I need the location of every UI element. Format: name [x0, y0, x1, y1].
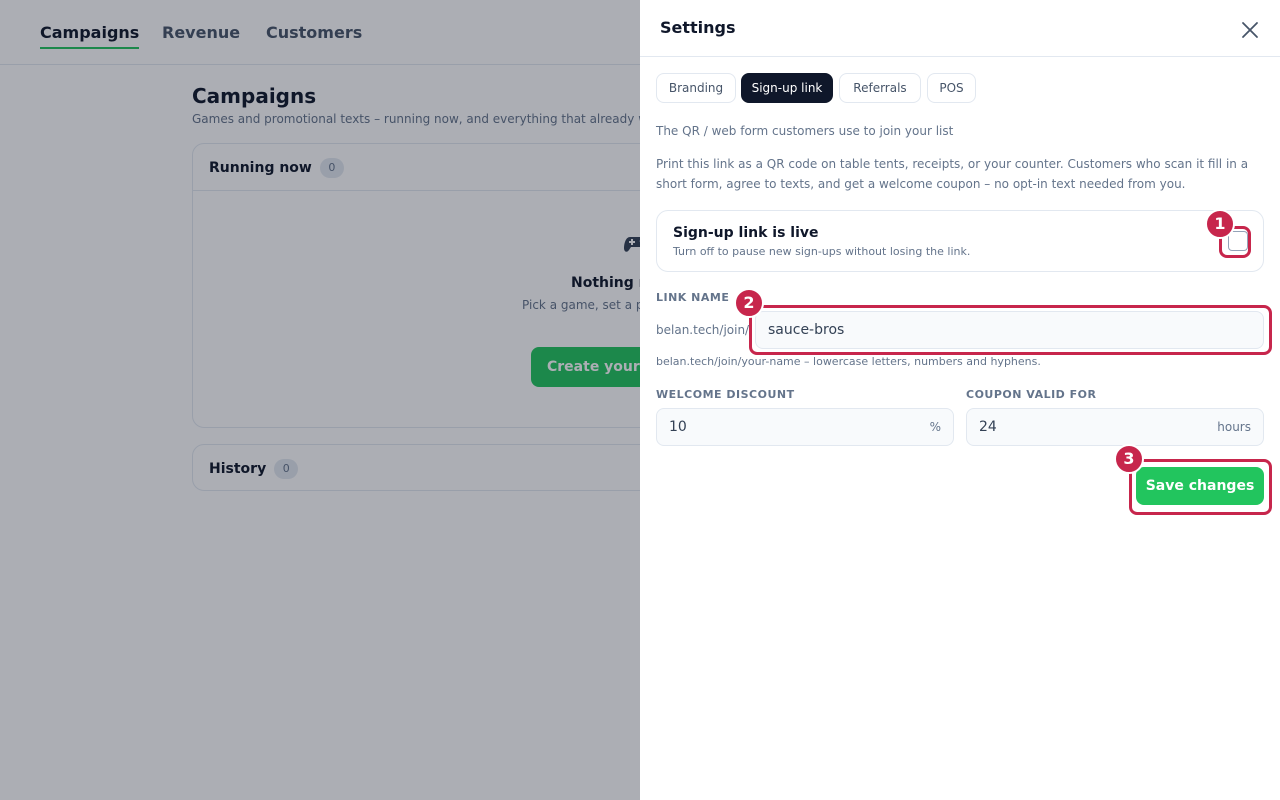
coupon-valid-input[interactable]: 24 hours: [966, 408, 1264, 446]
tab-pos[interactable]: POS: [927, 73, 976, 103]
welcome-discount-label: WELCOME DISCOUNT: [656, 388, 795, 401]
section-heading: The QR / web form customers use to join …: [656, 124, 954, 138]
link-name-label: LINK NAME: [656, 291, 730, 304]
drawer-header: Settings: [640, 0, 1280, 57]
link-prefix: belan.tech/join/: [656, 323, 750, 337]
tab-sign-up-link[interactable]: Sign-up link: [741, 73, 833, 103]
hours-suffix: hours: [1217, 420, 1251, 434]
annotation-marker-1: 1: [1205, 209, 1235, 239]
annotation-marker-2: 2: [734, 288, 764, 318]
annotation-marker-3: 3: [1114, 444, 1144, 474]
welcome-discount-input[interactable]: 10 %: [656, 408, 954, 446]
tab-referrals[interactable]: Referrals: [839, 73, 921, 103]
welcome-discount-value: 10: [669, 419, 687, 435]
link-name-hint: belan.tech/join/your-name – lowercase le…: [656, 355, 1041, 368]
coupon-valid-value: 24: [979, 419, 997, 435]
section-description: Print this link as a QR code on table te…: [656, 157, 1249, 191]
coupon-valid-label: COUPON VALID FOR: [966, 388, 1097, 401]
close-icon[interactable]: [1238, 18, 1262, 42]
settings-drawer: Settings Branding Sign-up link Referrals…: [640, 0, 1280, 800]
live-toggle-title: Sign-up link is live: [673, 225, 819, 241]
annotation-highlight-3: [1129, 459, 1272, 515]
drawer-title: Settings: [660, 18, 736, 37]
annotation-highlight-2: [749, 305, 1272, 355]
percent-suffix: %: [929, 420, 941, 434]
live-toggle-card: Sign-up link is live Turn off to pause n…: [656, 210, 1264, 272]
live-toggle-help: Turn off to pause new sign-ups without l…: [673, 245, 971, 258]
tab-branding[interactable]: Branding: [656, 73, 736, 103]
